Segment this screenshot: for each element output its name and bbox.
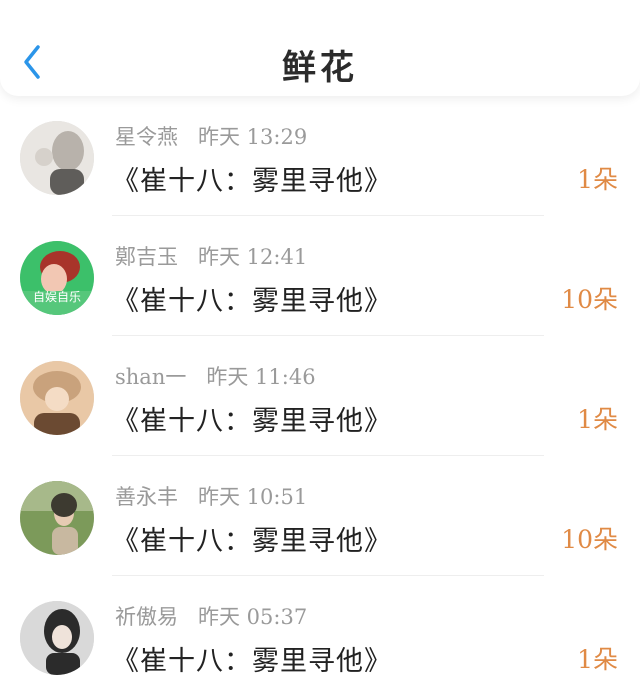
gift-meta: 善永丰 昨天 10:51 [115, 481, 307, 511]
gift-meta: shan一 昨天 11:46 [115, 361, 316, 391]
sender-name: shan一 [115, 365, 187, 389]
page-title: 鲜花 [282, 48, 358, 88]
work-title[interactable]: 《崔十八：雾里寻他》 [112, 519, 392, 558]
gift-row[interactable]: 星令燕 昨天 13:29 《崔十八：雾里寻他》 1朵 [0, 96, 640, 216]
avatar[interactable] [20, 601, 94, 675]
work-title[interactable]: 《崔十八：雾里寻他》 [112, 399, 392, 438]
gift-time: 昨天 10:51 [198, 485, 308, 509]
gift-meta: 祈傲易 昨天 05:37 [115, 601, 307, 631]
gift-time: 昨天 05:37 [198, 605, 308, 629]
flower-count: 1朵 [577, 165, 618, 194]
work-title[interactable]: 《崔十八：雾里寻他》 [112, 639, 392, 678]
top-bar: 鲜花 [0, 0, 640, 96]
avatar[interactable] [20, 361, 94, 435]
avatar-caption: 自娱自乐 [32, 290, 81, 304]
gift-time: 昨天 13:29 [198, 125, 308, 149]
flower-count: 1朵 [577, 405, 618, 434]
gift-row[interactable]: shan一 昨天 11:46 《崔十八：雾里寻他》 1朵 [0, 336, 640, 456]
sender-name: 祈傲易 [115, 605, 178, 629]
flower-count: 10朵 [561, 285, 618, 314]
gift-meta: 鄚吉玉 昨天 12:41 [115, 241, 307, 271]
work-title[interactable]: 《崔十八：雾里寻他》 [112, 159, 392, 198]
avatar[interactable] [20, 481, 94, 555]
gift-row[interactable]: 善永丰 昨天 10:51 《崔十八：雾里寻他》 10朵 [0, 456, 640, 576]
flower-count: 1朵 [577, 645, 618, 674]
avatar[interactable]: 自娱自乐 [20, 241, 94, 315]
work-title[interactable]: 《崔十八：雾里寻他》 [112, 279, 392, 318]
gift-time: 昨天 11:46 [206, 365, 316, 389]
gift-list: 星令燕 昨天 13:29 《崔十八：雾里寻他》 1朵 自娱自乐 鄚吉玉 昨天 12:… [0, 96, 640, 696]
flower-count: 10朵 [561, 525, 618, 554]
sender-name: 鄚吉玉 [115, 245, 178, 269]
gift-meta: 星令燕 昨天 13:29 [115, 121, 307, 151]
gift-row[interactable]: 祈傲易 昨天 05:37 《崔十八：雾里寻他》 1朵 [0, 576, 640, 696]
gift-time: 昨天 12:41 [198, 245, 308, 269]
avatar[interactable] [20, 121, 94, 195]
sender-name: 善永丰 [115, 485, 178, 509]
gift-row[interactable]: 自娱自乐 鄚吉玉 昨天 12:41 《崔十八：雾里寻他》 10朵 [0, 216, 640, 336]
sender-name: 星令燕 [115, 125, 178, 149]
